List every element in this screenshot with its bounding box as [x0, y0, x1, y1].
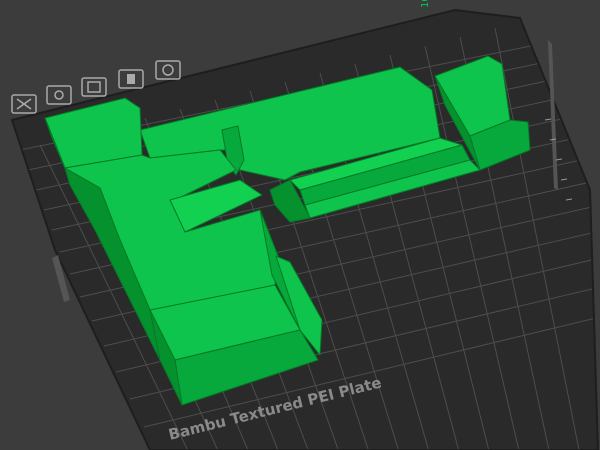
plate-settings-icon[interactable] — [155, 60, 181, 80]
remove-plate-icon[interactable] — [11, 94, 37, 114]
plate-corner-mark: 10 — [420, 0, 431, 8]
arrange-plate-icon[interactable] — [46, 85, 72, 105]
3d-viewport[interactable]: 10 Bambu Textured PEI Plate — [0, 0, 600, 450]
orient-plate-icon[interactable] — [81, 77, 107, 97]
lock-plate-icon[interactable] — [118, 69, 144, 89]
